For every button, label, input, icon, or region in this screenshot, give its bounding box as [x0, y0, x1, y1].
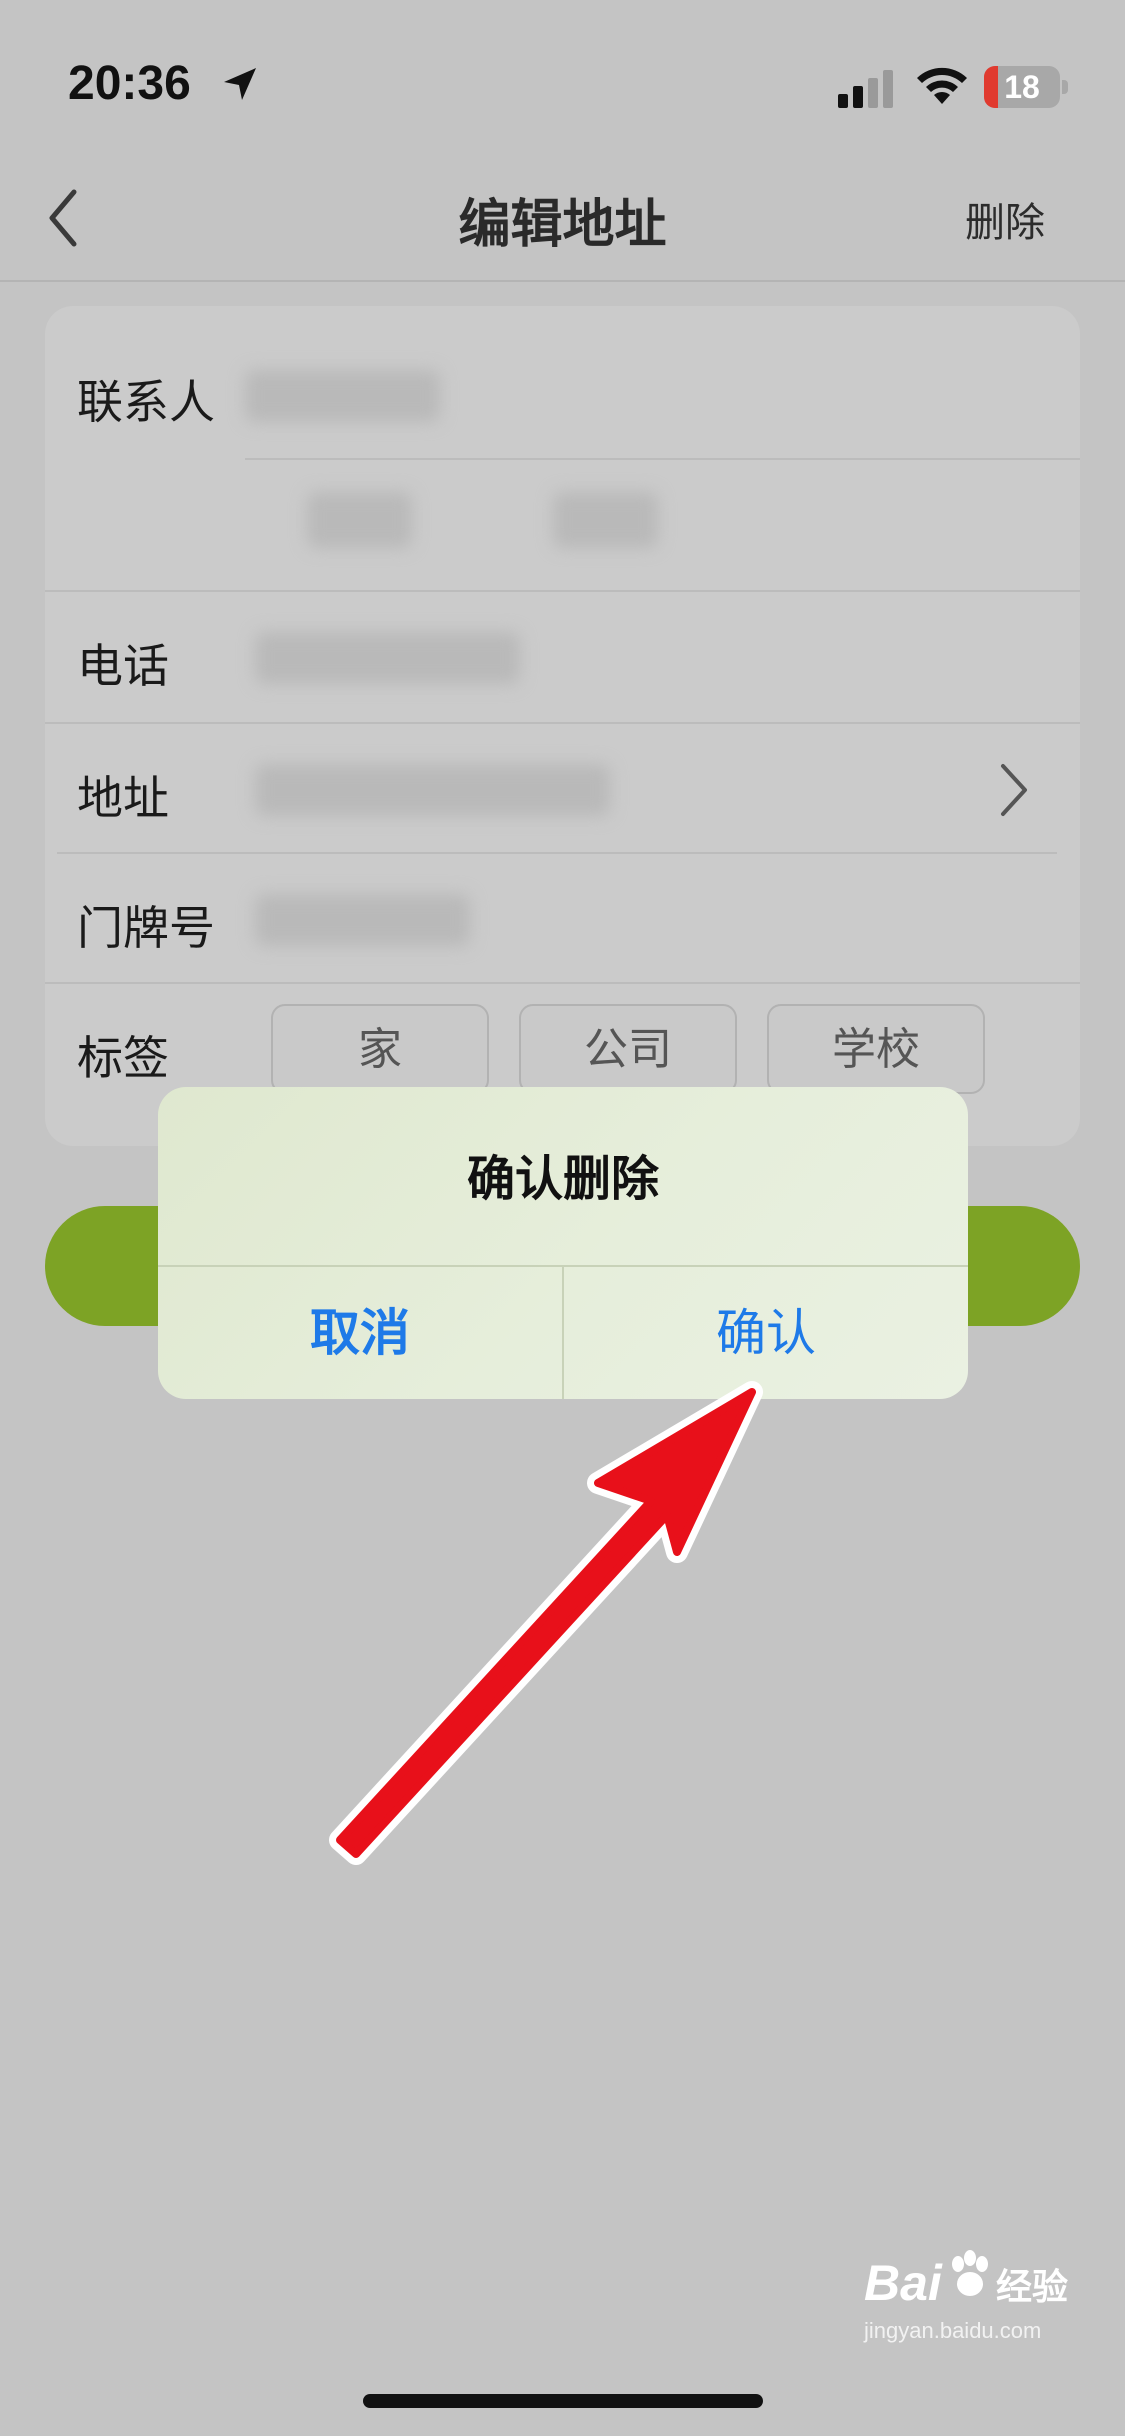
address-label: 地址	[77, 771, 169, 825]
address-field[interactable]	[255, 764, 610, 816]
baidu-jingyan-watermark: Bai 经验 jingyan.baidu.com	[856, 2240, 1076, 2350]
page-title: 编辑地址	[458, 195, 667, 255]
address-form: 联系人 电话 地址 门牌号 标签 家 公司 学校	[45, 306, 1080, 1146]
divider	[45, 982, 1080, 984]
watermark-url: jingyan.baidu.com	[864, 2318, 1042, 2343]
confirm-delete-dialog: 确认删除 取消 确认	[158, 1087, 968, 1399]
divider	[245, 458, 1080, 460]
house-number-label: 门牌号	[77, 901, 215, 955]
divider	[45, 722, 1080, 724]
status-bar: 20:36 18	[0, 0, 1125, 150]
status-time: 20:36	[68, 57, 191, 110]
house-number-field[interactable]	[255, 894, 470, 946]
watermark-brand: Bai	[864, 2255, 942, 2311]
phone-label: 电话	[77, 639, 169, 693]
watermark-suffix: 经验	[996, 2266, 1069, 2307]
tag-label: 标签	[77, 1031, 169, 1085]
battery-tip	[1062, 80, 1068, 94]
contact-name-field[interactable]	[245, 370, 440, 422]
tag-home[interactable]: 家	[271, 1004, 489, 1094]
home-indicator[interactable]	[363, 2394, 763, 2408]
tag-school[interactable]: 学校	[767, 1004, 985, 1094]
phone-field[interactable]	[255, 632, 520, 684]
cellular-signal-icon	[838, 70, 893, 108]
chevron-right-icon[interactable]	[997, 762, 1031, 818]
tag-company[interactable]: 公司	[519, 1004, 737, 1094]
nav-bar: 编辑地址 删除	[0, 150, 1125, 282]
contact-label: 联系人	[77, 375, 215, 429]
dialog-title: 确认删除	[466, 1151, 659, 1207]
delete-button[interactable]: 删除	[965, 190, 1045, 248]
wifi-icon	[917, 67, 967, 104]
gender-option-1[interactable]	[307, 492, 412, 548]
location-arrow-icon	[224, 68, 256, 100]
battery-level: 18	[1004, 69, 1040, 105]
divider	[57, 852, 1057, 854]
gender-option-2[interactable]	[553, 492, 658, 548]
cancel-button[interactable]: 取消	[158, 1267, 562, 1399]
battery-icon: 18	[984, 66, 1068, 108]
confirm-button[interactable]: 确认	[564, 1267, 968, 1399]
divider	[45, 590, 1080, 592]
paw-icon	[952, 2250, 988, 2296]
